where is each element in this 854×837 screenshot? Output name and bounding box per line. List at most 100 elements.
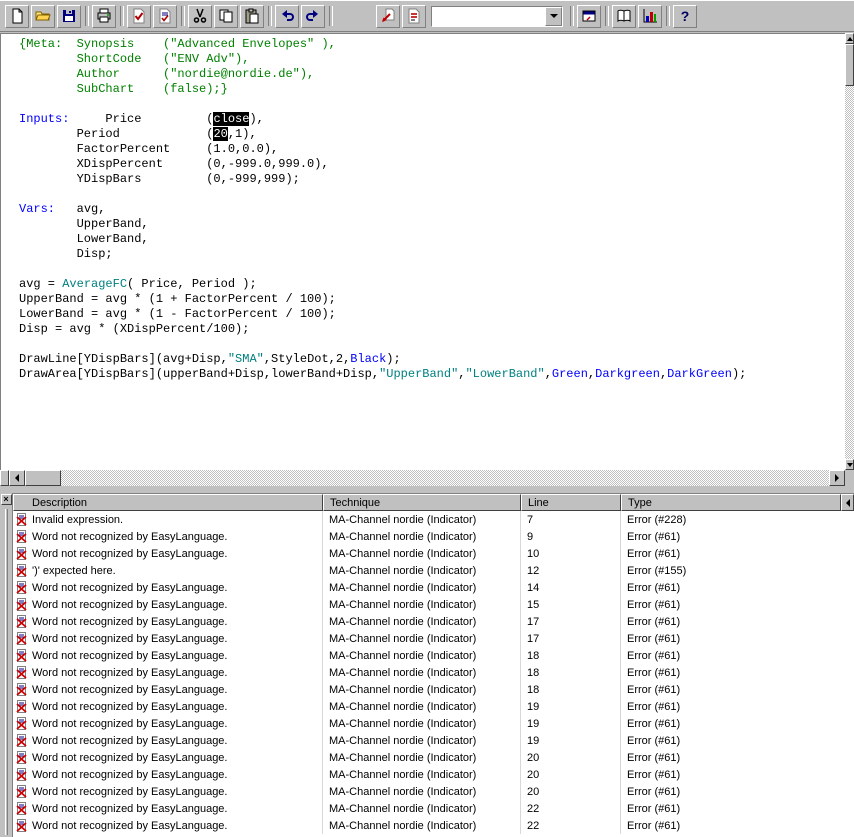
error-row[interactable]: Word not recognized by EasyLanguage.MA-C… [13,664,854,681]
toolbar-combo[interactable] [431,6,563,27]
scroll-left-icon [15,474,19,482]
vertical-scroll-track[interactable] [845,86,854,459]
editor-vertical-scrollbar[interactable] [845,33,854,470]
horizontal-scroll-track[interactable] [61,470,829,486]
column-header-type[interactable]: Type [621,494,841,511]
goto-error-button[interactable] [376,5,400,28]
error-type-cell: Error (#61) [621,664,854,681]
window-icon [581,8,597,24]
error-description-cell: Word not recognized by EasyLanguage. [13,817,323,834]
error-type-cell: Error (#61) [621,783,854,800]
error-row[interactable]: Word not recognized by EasyLanguage.MA-C… [13,647,854,664]
open-button[interactable] [31,5,55,28]
error-row[interactable]: Word not recognized by EasyLanguage.MA-C… [13,528,854,545]
scroll-right-button[interactable] [829,470,845,486]
error-row[interactable]: Word not recognized by EasyLanguage.MA-C… [13,698,854,715]
error-type-cell: Error (#61) [621,647,854,664]
error-row[interactable]: Word not recognized by EasyLanguage.MA-C… [13,545,854,562]
split-handle[interactable] [0,470,9,486]
code-line [19,337,845,352]
dictionary-button[interactable] [612,5,636,28]
error-description-cell: Word not recognized by EasyLanguage. [13,732,323,749]
horizontal-scroll-thumb[interactable] [25,470,61,486]
error-row[interactable]: Word not recognized by EasyLanguage.MA-C… [13,766,854,783]
column-header-technique[interactable]: Technique [323,494,521,511]
error-row[interactable]: Word not recognized by EasyLanguage.MA-C… [13,630,854,647]
panel-drag-gripper[interactable] [5,509,8,835]
code-line: Disp; [19,247,845,262]
column-header-description[interactable]: Description [13,494,323,511]
window-button[interactable] [577,5,601,28]
error-description-cell: Word not recognized by EasyLanguage. [13,783,323,800]
error-technique-cell: MA-Channel nordie (Indicator) [323,664,521,681]
header-scroll-button[interactable] [841,494,854,511]
error-type-cell: Error (#228) [621,511,854,528]
toolbar-separator [663,4,672,28]
error-line-cell: 14 [521,579,621,596]
verify-changed-button[interactable] [153,5,177,28]
print-button[interactable] [92,5,116,28]
scroll-left-button[interactable] [9,470,25,486]
code-line: Vars: avg, [19,202,845,217]
redo-button[interactable] [301,5,325,28]
error-row[interactable]: Word not recognized by EasyLanguage.MA-C… [13,579,854,596]
error-type-cell: Error (#61) [621,681,854,698]
scroll-up-button[interactable] [845,33,854,44]
error-row[interactable]: Word not recognized by EasyLanguage.MA-C… [13,817,854,834]
combo-dropdown-button[interactable] [545,7,562,26]
code-line: Period (20,1), [19,127,845,142]
error-row[interactable]: Word not recognized by EasyLanguage.MA-C… [13,613,854,630]
error-description-cell: Word not recognized by EasyLanguage. [13,800,323,817]
scroll-down-button[interactable] [845,459,854,470]
error-type-cell: Error (#61) [621,698,854,715]
error-list-panel: × Description Technique Line Type Invali… [0,490,854,837]
close-panel-button[interactable]: × [1,494,12,505]
toolbar-combo-input[interactable] [432,7,545,26]
code-line [19,262,845,277]
save-button[interactable] [57,5,81,28]
verify-button[interactable] [127,5,151,28]
error-row[interactable]: Word not recognized by EasyLanguage.MA-C… [13,783,854,800]
error-log-button[interactable] [402,5,426,28]
error-type-cell: Error (#61) [621,732,854,749]
error-type-cell: Error (#61) [621,545,854,562]
error-line-cell: 17 [521,630,621,647]
error-row[interactable]: ')' expected here.MA-Channel nordie (Ind… [13,562,854,579]
editor-horizontal-scrollbar[interactable] [0,470,845,486]
code-line [19,97,845,112]
error-row[interactable]: Word not recognized by EasyLanguage.MA-C… [13,681,854,698]
error-technique-cell: MA-Channel nordie (Indicator) [323,545,521,562]
undo-button[interactable] [275,5,299,28]
error-line-cell: 19 [521,698,621,715]
copy-button[interactable] [214,5,238,28]
error-x-icon [15,564,28,577]
code-line: LowerBand, [19,232,845,247]
error-row[interactable]: Word not recognized by EasyLanguage.MA-C… [13,749,854,766]
toolbar-separator [602,4,611,28]
column-header-line[interactable]: Line [521,494,621,511]
chart-button[interactable] [638,5,662,28]
code-area[interactable]: {Meta: Synopsis ("Advanced Envelopes" ),… [1,34,845,382]
error-type-cell: Error (#61) [621,528,854,545]
error-row[interactable]: Invalid expression.MA-Channel nordie (In… [13,511,854,528]
error-line-cell: 20 [521,783,621,800]
error-row[interactable]: Word not recognized by EasyLanguage.MA-C… [13,732,854,749]
cut-button[interactable] [188,5,212,28]
error-row[interactable]: Word not recognized by EasyLanguage.MA-C… [13,800,854,817]
new-button[interactable] [5,5,29,28]
error-row[interactable]: Word not recognized by EasyLanguage.MA-C… [13,596,854,613]
vertical-scroll-thumb[interactable] [845,44,854,86]
scrollbar-corner [845,470,854,486]
code-line: UpperBand, [19,217,845,232]
undo-icon [279,8,295,24]
error-description-cell: Word not recognized by EasyLanguage. [13,766,323,783]
code-editor[interactable]: {Meta: Synopsis ("Advanced Envelopes" ),… [0,33,845,470]
error-x-icon [15,683,28,696]
paste-button[interactable] [240,5,264,28]
help-button[interactable]: ? [673,5,697,28]
error-row[interactable]: Word not recognized by EasyLanguage.MA-C… [13,715,854,732]
error-line-cell: 22 [521,800,621,817]
code-line: FactorPercent (1.0,0.0), [19,142,845,157]
error-technique-cell: MA-Channel nordie (Indicator) [323,715,521,732]
error-technique-cell: MA-Channel nordie (Indicator) [323,562,521,579]
